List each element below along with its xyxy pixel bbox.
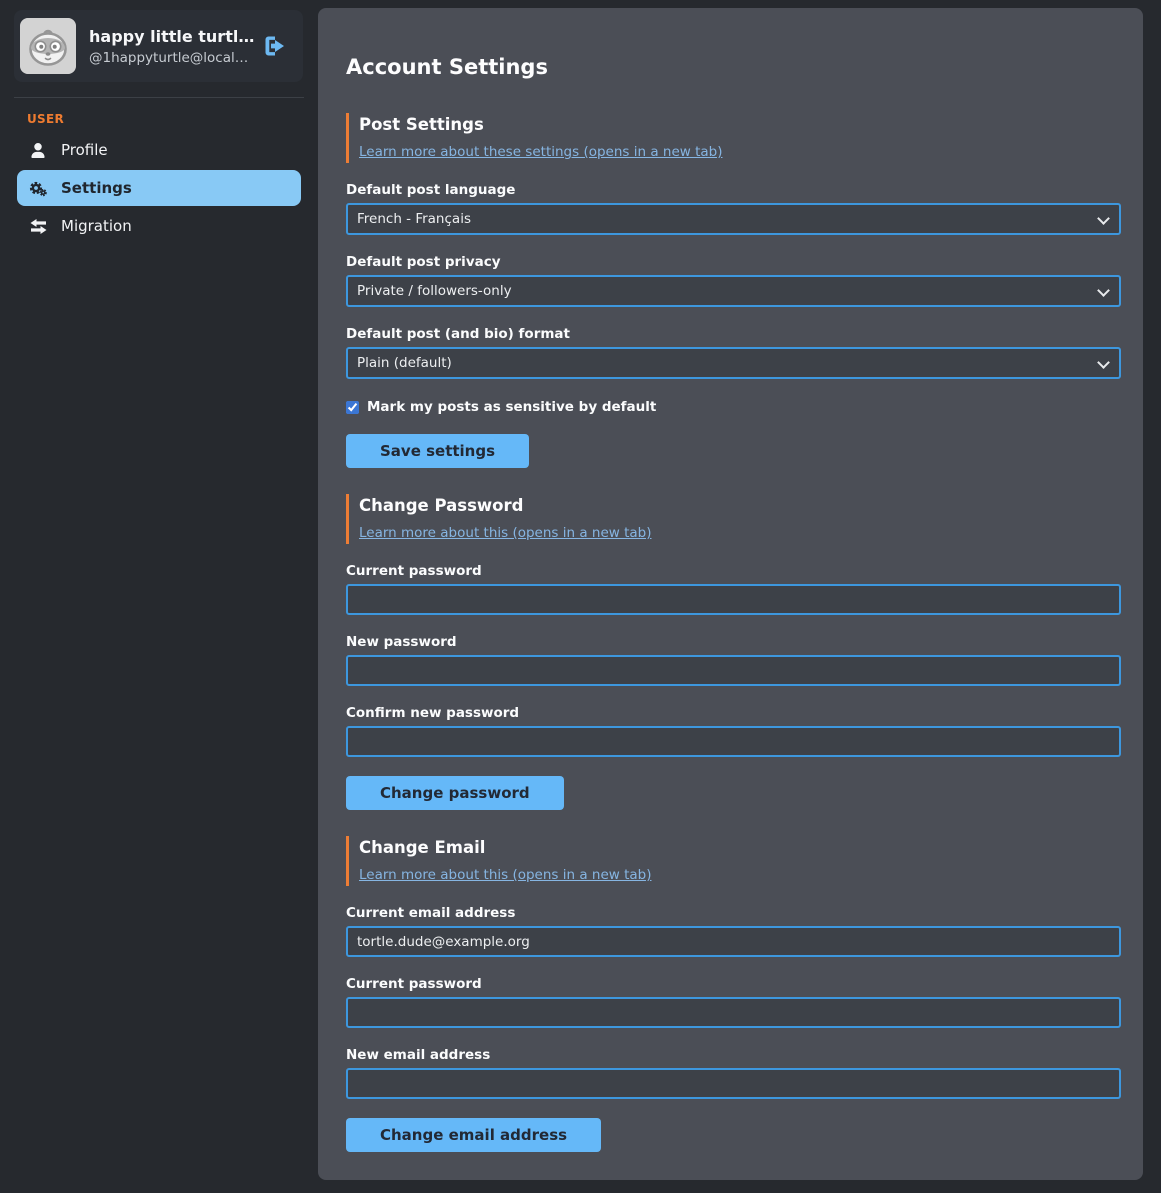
current-email-field: Current email address — [346, 905, 1121, 957]
checkbox-label: Mark my posts as sensitive by default — [367, 399, 656, 415]
field-label: Current password — [346, 976, 1121, 992]
sidebar-item-label: Settings — [61, 179, 132, 197]
sidebar-item-label: Migration — [61, 217, 132, 235]
change-email-header: Change Email Learn more about this (open… — [346, 836, 1121, 886]
avatar — [20, 18, 76, 74]
new-email-input[interactable] — [346, 1068, 1121, 1099]
post-settings-header: Post Settings Learn more about these set… — [346, 113, 1121, 163]
change-email-learn-more-link[interactable]: Learn more about this (opens in a new ta… — [359, 867, 652, 883]
current-password-field: Current password — [346, 563, 1121, 615]
current-password-input[interactable] — [346, 584, 1121, 615]
field-label: Current password — [346, 563, 1121, 579]
section-heading: Change Password — [359, 496, 1121, 515]
sidebar: happy little turtl… @1happyturtle@local…… — [0, 0, 318, 1193]
sidebar-item-migration[interactable]: Migration — [17, 208, 301, 244]
user-meta: happy little turtl… @1happyturtle@local… — [89, 27, 250, 66]
sidebar-item-profile[interactable]: Profile — [17, 132, 301, 168]
default-post-format-select[interactable]: Plain (default) — [346, 347, 1121, 379]
field-label: New email address — [346, 1047, 1121, 1063]
section-heading: Change Email — [359, 838, 1121, 857]
default-post-language-field: Default post language French - Français — [346, 182, 1121, 235]
field-label: Default post (and bio) format — [346, 326, 1121, 342]
default-post-privacy-select[interactable]: Private / followers-only — [346, 275, 1121, 307]
nav-section-label: USER — [27, 112, 318, 126]
change-password-learn-more-link[interactable]: Learn more about this (opens in a new ta… — [359, 525, 652, 541]
change-password-header: Change Password Learn more about this (o… — [346, 494, 1121, 544]
email-current-password-field: Current password — [346, 976, 1121, 1028]
save-settings-button[interactable]: Save settings — [346, 434, 529, 468]
mark-sensitive-checkbox[interactable] — [346, 401, 359, 414]
sensitive-default-row: Mark my posts as sensitive by default — [346, 399, 1121, 415]
section-heading: Post Settings — [359, 115, 1121, 134]
change-email-section: Change Email Learn more about this (open… — [346, 836, 1121, 1152]
change-password-button[interactable]: Change password — [346, 776, 564, 810]
post-settings-section: Post Settings Learn more about these set… — [346, 113, 1121, 468]
default-post-language-select[interactable]: French - Français — [346, 203, 1121, 235]
user-handle: @1happyturtle@local… — [89, 50, 250, 66]
new-password-field: New password — [346, 634, 1121, 686]
sloth-avatar-image — [20, 18, 76, 74]
change-email-button[interactable]: Change email address — [346, 1118, 601, 1152]
field-label: Current email address — [346, 905, 1121, 921]
field-label: Default post privacy — [346, 254, 1121, 270]
user-display-name: happy little turtl… — [89, 27, 250, 46]
sidebar-divider — [14, 97, 304, 98]
sidebar-item-settings[interactable]: Settings — [17, 170, 301, 206]
field-label: Default post language — [346, 182, 1121, 198]
default-post-privacy-field: Default post privacy Private / followers… — [346, 254, 1121, 307]
post-settings-learn-more-link[interactable]: Learn more about these settings (opens i… — [359, 144, 722, 160]
field-label: Confirm new password — [346, 705, 1121, 721]
settings-page: happy little turtl… @1happyturtle@local…… — [0, 0, 1161, 1193]
account-settings-panel: Account Settings Post Settings Learn mor… — [318, 8, 1143, 1180]
change-password-section: Change Password Learn more about this (o… — [346, 494, 1121, 810]
person-icon — [29, 143, 47, 158]
current-email-input[interactable] — [346, 926, 1121, 957]
sign-out-button[interactable] — [263, 35, 289, 57]
gears-icon — [29, 180, 47, 197]
default-post-format-field: Default post (and bio) format Plain (def… — [346, 326, 1121, 379]
new-email-field: New email address — [346, 1047, 1121, 1099]
exchange-arrows-icon — [29, 219, 47, 234]
confirm-new-password-input[interactable] — [346, 726, 1121, 757]
sign-out-icon — [263, 35, 289, 57]
sidebar-item-label: Profile — [61, 141, 108, 159]
sidebar-nav: Profile Settings — [0, 132, 318, 244]
confirm-new-password-field: Confirm new password — [346, 705, 1121, 757]
user-card: happy little turtl… @1happyturtle@local… — [14, 10, 303, 82]
page-title: Account Settings — [346, 55, 1121, 79]
field-label: New password — [346, 634, 1121, 650]
new-password-input[interactable] — [346, 655, 1121, 686]
email-current-password-input[interactable] — [346, 997, 1121, 1028]
